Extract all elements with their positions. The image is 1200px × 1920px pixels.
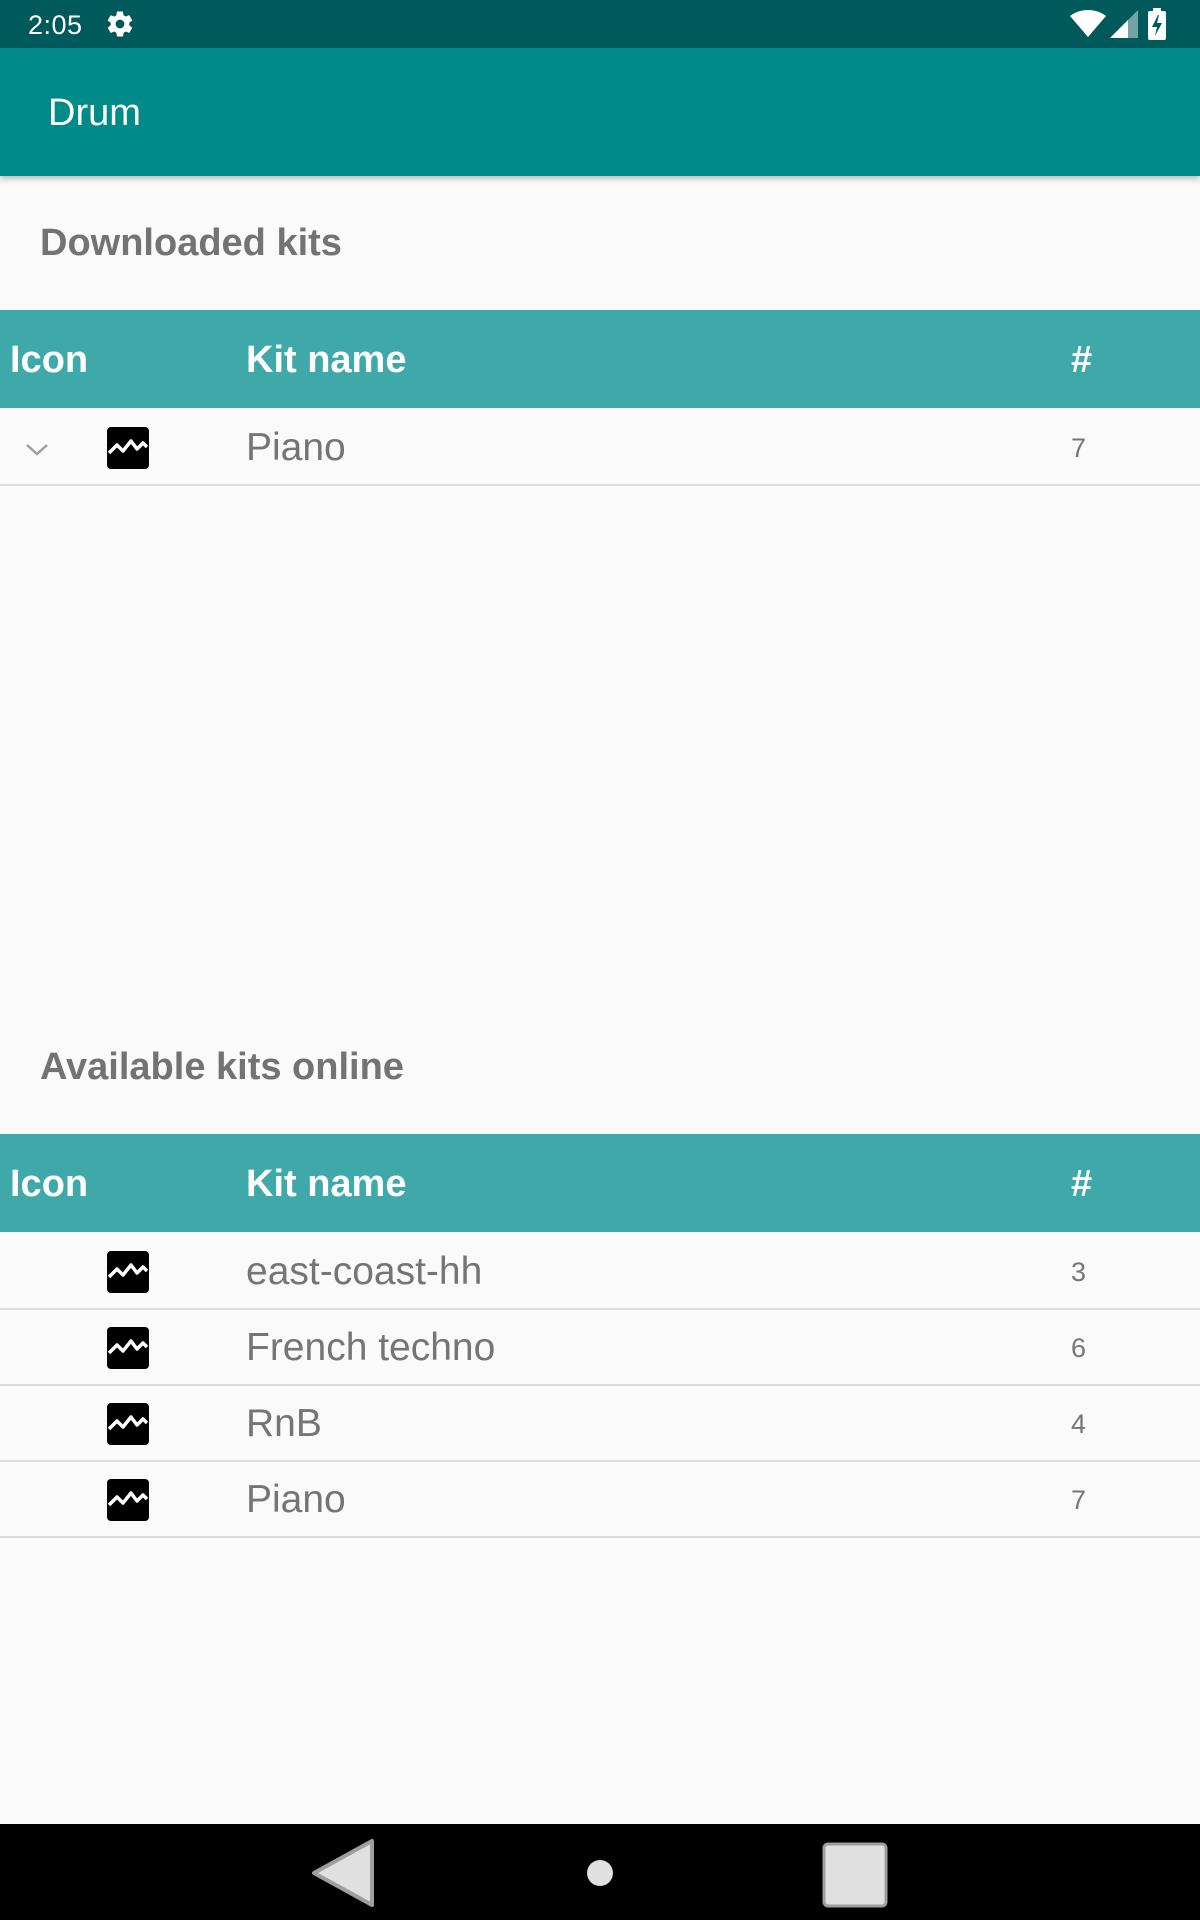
battery-charging-icon xyxy=(1148,8,1166,40)
waveform-icon xyxy=(107,427,149,469)
chevron-down-icon[interactable] xyxy=(24,436,50,462)
header-kit-name-label: Kit name xyxy=(246,1163,407,1205)
app-bar: Drum xyxy=(0,48,1200,176)
gear-icon xyxy=(107,11,133,37)
waveform-icon xyxy=(107,1403,149,1445)
kit-name: Piano xyxy=(246,426,346,469)
table-row[interactable]: Piano 7 xyxy=(0,410,1200,486)
signal-icon xyxy=(1110,10,1138,38)
table-row[interactable]: Piano 7 xyxy=(0,1462,1200,1538)
table-row[interactable]: RnB 4 xyxy=(0,1386,1200,1462)
home-icon[interactable] xyxy=(586,1859,614,1887)
back-icon[interactable] xyxy=(310,1838,376,1908)
header-icon-label: Icon xyxy=(10,339,89,381)
recents-icon[interactable] xyxy=(822,1842,888,1908)
table-row[interactable]: east-coast-hh 3 xyxy=(0,1234,1200,1310)
header-kit-name-label: Kit name xyxy=(246,339,407,381)
header-count-label: # xyxy=(1071,1163,1093,1205)
status-bar: 2:05 xyxy=(0,0,1200,48)
waveform-icon xyxy=(107,1251,149,1293)
kit-count: 3 xyxy=(1071,1257,1087,1287)
wifi-icon xyxy=(1070,10,1106,37)
table-row[interactable]: French techno 6 xyxy=(0,1310,1200,1386)
downloaded-table-header: Icon Kit name # xyxy=(0,310,1200,408)
kit-name: French techno xyxy=(246,1326,496,1369)
kit-name: Piano xyxy=(246,1478,346,1521)
waveform-icon xyxy=(107,1327,149,1369)
downloaded-kits-title: Downloaded kits xyxy=(40,222,342,264)
kit-count: 7 xyxy=(1071,1485,1087,1515)
status-time: 2:05 xyxy=(28,10,83,40)
kit-count: 4 xyxy=(1071,1409,1087,1439)
online-table-header: Icon Kit name # xyxy=(0,1134,1200,1232)
kit-name: RnB xyxy=(246,1402,322,1445)
app-title: Drum xyxy=(48,92,141,134)
online-kits-title: Available kits online xyxy=(40,1046,404,1088)
kit-name: east-coast-hh xyxy=(246,1250,483,1293)
navigation-bar xyxy=(0,1824,1200,1920)
header-count-label: # xyxy=(1071,339,1093,381)
waveform-icon xyxy=(107,1479,149,1521)
kit-count: 7 xyxy=(1071,433,1087,463)
header-icon-label: Icon xyxy=(10,1163,89,1205)
kit-count: 6 xyxy=(1071,1333,1087,1363)
